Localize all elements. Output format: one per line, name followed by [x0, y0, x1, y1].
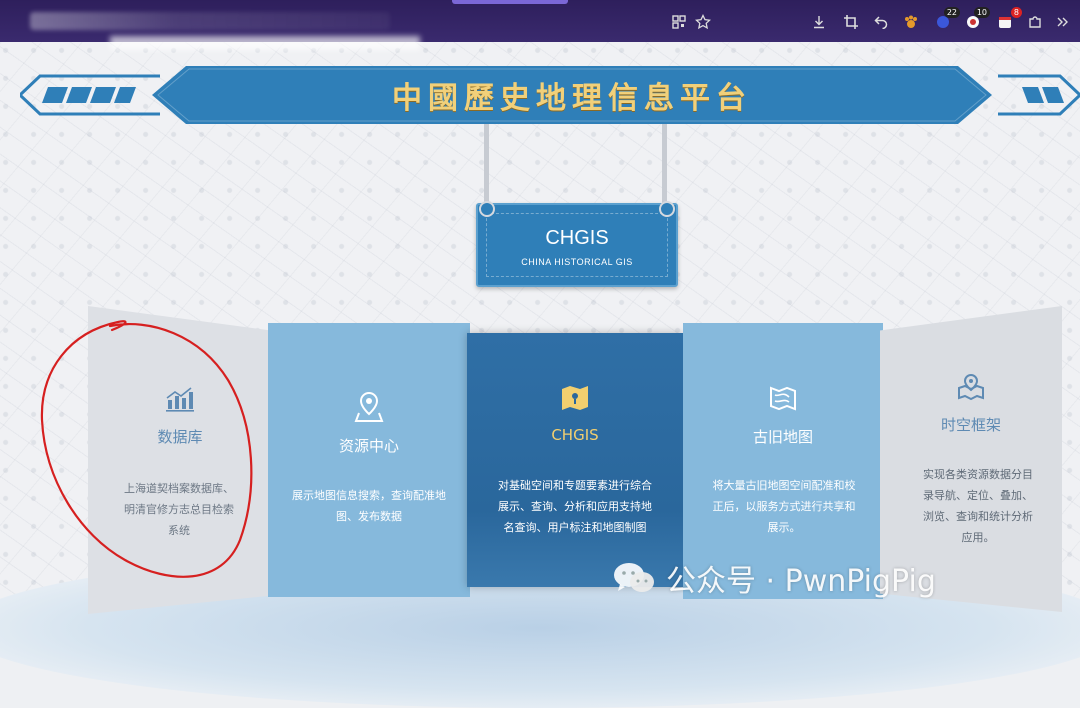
blurred-url-strip: [110, 36, 420, 50]
scroll-map-icon: [683, 383, 883, 413]
extension-badge-count: 22: [943, 7, 960, 18]
card-resource-center[interactable]: 资源中心 展示地图信息搜索，查询配准地图、发布数据: [268, 323, 470, 597]
extension-badge-count: 10: [973, 7, 990, 18]
map-fold-icon: [467, 383, 683, 413]
undo-icon[interactable]: [872, 13, 890, 31]
card-description: 将大量古旧地图空间配准和校正后，以服务方式进行共享和展示。: [712, 479, 856, 534]
card-title: 资源中心: [338, 437, 399, 455]
address-bar[interactable]: [30, 12, 390, 30]
paw-extension-icon[interactable]: [902, 13, 920, 31]
layer-map-icon: [880, 372, 1062, 402]
extension-badge-icon[interactable]: 22: [934, 7, 960, 31]
active-tab-indicator: [452, 0, 568, 4]
card-description: 对基础空间和专题要素进行综合展示、查询、分析和应用支持地名查询、用户标注和地图制…: [498, 479, 652, 534]
card-title: 时空框架: [940, 416, 1001, 434]
map-pin-icon: [268, 391, 470, 423]
card-title: 数据库: [157, 428, 203, 446]
hook-icon: [479, 201, 495, 217]
bar-chart-icon: [88, 386, 272, 412]
hook-icon: [659, 201, 675, 217]
card-title: 古旧地图: [752, 428, 813, 446]
card-description: 实现各类资源数据分目录导航、定位、叠加、浏览、查询和统计分析应用。: [923, 468, 1033, 544]
sign-subtitle: CHINA HISTORICAL GIS: [521, 257, 633, 267]
card-database[interactable]: 数据库 上海道契档案数据库、明清官修方志总目检索系统: [88, 306, 272, 614]
chgis-hanging-sign[interactable]: CHGIS CHINA HISTORICAL GIS: [476, 201, 678, 287]
platform-banner: 中國歷史地理信息平台: [152, 66, 992, 124]
sign-rope-left: [484, 124, 489, 210]
card-chgis[interactable]: CHGIS 对基础空间和专题要素进行综合展示、查询、分析和应用支持地名查询、用户…: [467, 333, 683, 587]
crop-icon[interactable]: [842, 13, 860, 31]
platform-title: 中國歷史地理信息平台: [392, 81, 752, 116]
card-title: CHGIS: [551, 426, 599, 444]
wechat-icon: [612, 560, 656, 596]
sign-rope-right: [662, 124, 667, 210]
wechat-watermark: 公众号 · PwnPigPig: [612, 556, 936, 600]
banner-ornament-left: [20, 74, 160, 116]
card-description: 展示地图信息搜索，查询配准地图、发布数据: [292, 489, 446, 523]
download-icon[interactable]: [810, 13, 828, 31]
extensions-puzzle-icon[interactable]: [1026, 13, 1044, 31]
overflow-chevron-icon[interactable]: [1054, 13, 1072, 31]
extension-badge-count: 8: [1010, 7, 1022, 18]
qr-code-icon[interactable]: [670, 13, 688, 31]
extension-badge-icon[interactable]: 8: [996, 7, 1022, 31]
extension-badge-icon[interactable]: 10: [964, 7, 990, 31]
sign-title: CHGIS: [545, 227, 609, 249]
card-description: 上海道契档案数据库、明清官修方志总目检索系统: [124, 482, 234, 537]
watermark-text: 公众号 · PwnPigPig: [666, 564, 936, 599]
banner-ornament-right: [998, 74, 1080, 116]
bookmark-star-icon[interactable]: [694, 13, 712, 31]
